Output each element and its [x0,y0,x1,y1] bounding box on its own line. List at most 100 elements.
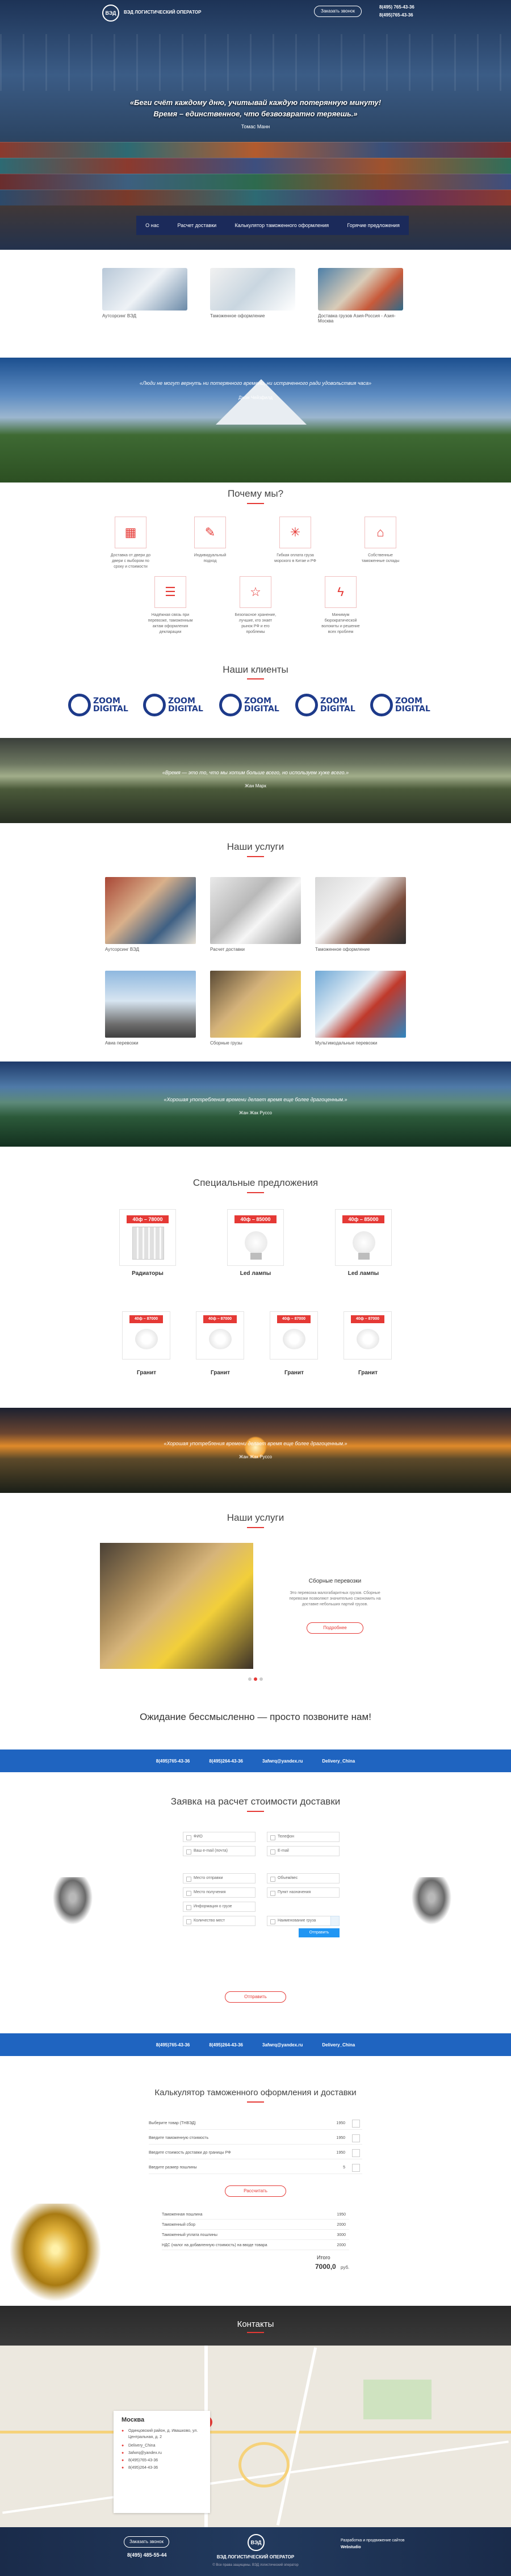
form-send-button[interactable]: Отправить [225,1991,286,2003]
footer-phone[interactable]: 8(495) 485-55-44 [127,2552,167,2558]
nav-item-customs-calc[interactable]: Калькулятор таможенного оформления [235,223,329,228]
service-image-air[interactable] [105,971,196,1038]
title-underline [247,1192,264,1193]
client-logo-word-2: DIGITAL [93,704,128,714]
destination-field[interactable]: Пункт назначения [267,1887,340,1898]
calc-row-value[interactable]: 1950 [336,2132,345,2145]
contact-address-text: Одинцовский район, д. Ивашково, ул. Цент… [128,2429,198,2439]
offer-card[interactable]: 40ф – 87000 [270,1311,318,1360]
departure-field[interactable]: Место отправки [183,1873,256,1883]
offer-card[interactable]: 40ф – 87000 [344,1311,392,1360]
client-logo[interactable]: ZOOM DIGITAL [295,693,362,718]
service-image-multimodal[interactable] [315,971,406,1038]
offer-card[interactable]: 40ф – 85000 [227,1209,284,1266]
footer-logo-icon[interactable]: ВЭД [248,2534,265,2551]
calc-row-value[interactable]: 5 [343,2162,345,2174]
header-phone-1[interactable]: 8(495) 765-43-36 [379,5,414,10]
why-item: ✎ Индивидуальный подход [187,517,233,564]
contact-phone-1[interactable]: ● 8(495)765-43-36 [122,2458,202,2462]
cargo-info-field[interactable]: Информация о грузе [183,1902,256,1912]
volume-field[interactable]: Объем/вес [267,1873,340,1883]
why-title: Почему мы? [227,488,284,499]
places-field[interactable]: Количество мест [183,1916,256,1926]
calc-row-toggle[interactable] [352,2134,360,2142]
service-image-calculation[interactable] [210,877,301,944]
mail-field[interactable]: Ваш e-mail (почта) [183,1846,256,1856]
why-item-text: Гибкая оплата груза морского в Китае и Р… [274,553,316,563]
bar-email[interactable]: 3afwrq@yandex.ru [262,2042,303,2048]
cargo-name-field[interactable]: Наименование груза [267,1916,340,1926]
offer-card[interactable]: 40ф – 87000 [196,1311,244,1360]
calc-row-toggle[interactable] [352,2164,360,2172]
calc-row-value[interactable]: 1950 [336,2147,345,2159]
bar-phone-1[interactable]: 8(495)765-43-36 [156,2042,190,2048]
warehouse-icon: ⌂ [365,517,396,548]
offer-price: 40ф – 85000 [342,1215,384,1223]
slider-dot-active[interactable] [254,1677,257,1681]
callback-button[interactable]: Заказать звонок [314,6,362,17]
contact-skype-text: Delivery_China [128,2444,156,2448]
intro-image-outsourcing[interactable] [102,268,187,311]
contacts-header: Контакты [0,2306,511,2346]
attach-icon[interactable] [330,1916,340,1926]
service-image-consolidated[interactable] [210,971,301,1038]
footer-callback-button[interactable]: Заказать звонок [124,2536,169,2548]
slider-dot[interactable] [259,1677,263,1681]
bar-phone-2[interactable]: 8(495)264-43-36 [209,1759,243,1764]
receive-field[interactable]: Место получения [183,1887,256,1898]
bar-skype[interactable]: Delivery_China [322,1759,355,1764]
result-value: 1950 [337,2213,346,2217]
contact-skype[interactable]: ● Delivery_China [122,2444,202,2448]
intro-image-customs[interactable] [210,268,295,311]
nav-item-delivery[interactable]: Расчет доставки [178,223,217,228]
band1-quote: «Люди не могут вернуть ни потерянного вр… [139,380,372,386]
phone-field[interactable]: Телефон [267,1832,340,1842]
email-field[interactable]: E-mail [267,1846,340,1856]
calc-row-value[interactable]: 1950 [336,2117,345,2130]
slide-more-button[interactable]: Подробнее [307,1622,363,1634]
client-logo[interactable]: ZOOM DIGITAL [143,693,210,718]
band1-author: Джон Чейзфилд [238,395,273,400]
why-item: ☰ Надёжная связь при перевозке, таможенны… [148,576,193,635]
service-image-outsourcing[interactable] [105,877,196,944]
offer-card[interactable]: 40ф – 87000 [122,1311,170,1360]
offer-card[interactable]: 40ф – 78000 [119,1209,176,1266]
footer-developer-link[interactable]: Webstudio [341,2545,361,2549]
nav-item-hot-offers[interactable]: Горячие предложения [347,223,399,228]
contact-card: Москва ● Одинцовский район, д. Ивашково, … [114,2411,210,2513]
contact-bar-1: 8(495)765-43-36 8(495)264-43-36 3afwrq@y… [0,1750,511,1772]
contacts-title: Контакты [237,2319,274,2329]
calc-row-label: Выберите товар (ТНВЭД) [149,2121,196,2125]
offer-card[interactable]: 40ф – 85000 [335,1209,392,1266]
containers-row [0,158,511,174]
name-field[interactable]: ФИО [183,1832,256,1842]
calc-row-toggle[interactable] [352,2149,360,2157]
nav-item-about[interactable]: О нас [145,223,159,228]
calc-row-toggle[interactable] [352,2120,360,2128]
calculate-button[interactable]: Рассчитать [225,2185,286,2197]
header-phone-2[interactable]: 8(495)765-43-36 [379,12,413,18]
service-image-customs[interactable] [315,877,406,944]
contact-phone-2[interactable]: ● 8(495)264-43-36 [122,2466,202,2470]
map-park [363,2380,432,2419]
map-section[interactable]: Москва ● Одинцовский район, д. Ивашково, … [0,2346,511,2527]
detail-submit-button[interactable]: Отправить [299,1928,340,1937]
client-logo[interactable]: ZOOM DIGITAL [219,693,286,718]
slider-dot[interactable] [248,1677,252,1681]
clients-title: Наши клиенты [223,664,288,675]
bar-phone-2[interactable]: 8(495)264-43-36 [209,2042,243,2048]
intro-image-delivery[interactable] [318,268,403,311]
bar-skype[interactable]: Delivery_China [322,2042,355,2048]
band2-quote: «Время — это то, что мы хотим больше все… [162,770,349,775]
contact-phone-text: 8(495)264-43-36 [128,2466,158,2470]
calc-row: Выберите товар (ТНВЭД) 1950 [149,2117,362,2130]
client-logo[interactable]: ZOOM DIGITAL [68,693,135,718]
containers-row [0,142,511,158]
logo-icon[interactable]: ВЭД [102,5,119,22]
bar-phone-1[interactable]: 8(495)765-43-36 [156,1759,190,1764]
client-logo-word-1: ZOOM [244,697,271,706]
title-underline [247,2332,264,2333]
client-logo[interactable]: ZOOM DIGITAL [370,693,437,718]
bar-email[interactable]: 3afwrq@yandex.ru [262,1759,303,1764]
contact-email[interactable]: ● 3afwrq@yandex.ru [122,2451,202,2455]
